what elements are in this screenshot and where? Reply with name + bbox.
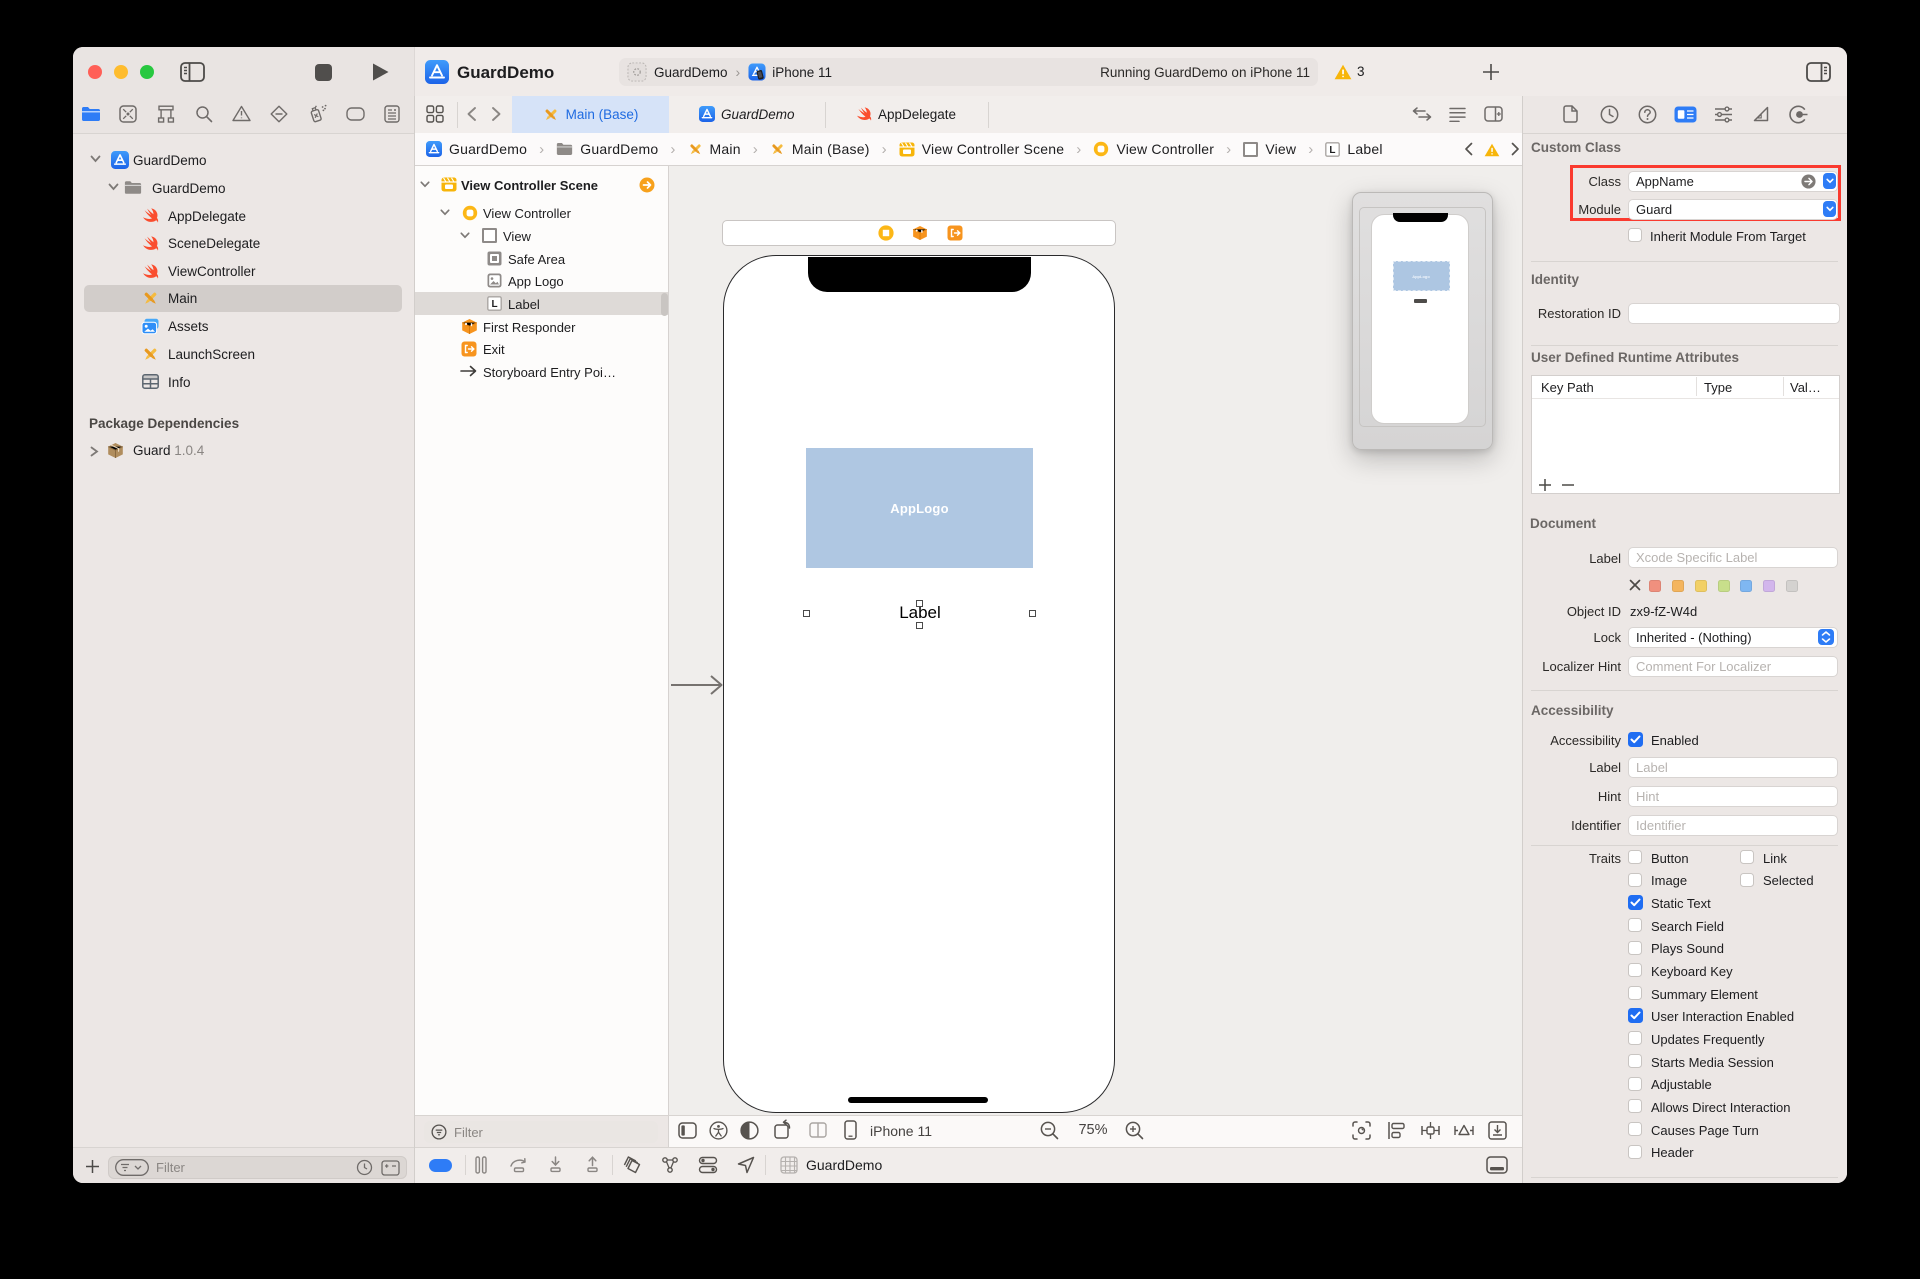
svg-text:L: L	[1330, 145, 1336, 156]
svg-text:L: L	[491, 299, 497, 310]
